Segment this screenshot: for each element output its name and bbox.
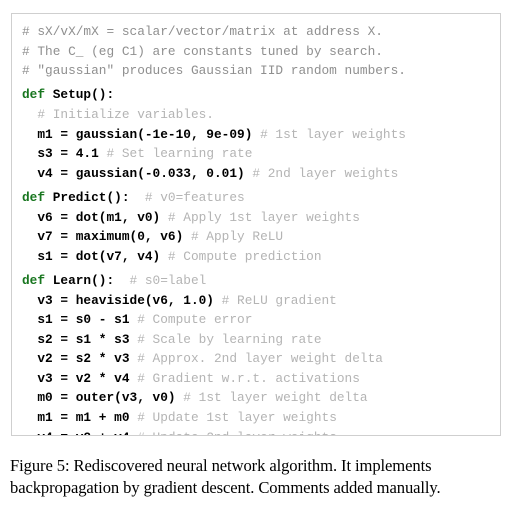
code-line: # Initialize variables. — [22, 105, 496, 125]
code-line: v6 = dot(m1, v0) # Apply 1st layer weigh… — [22, 208, 496, 228]
code-keyword-def: def — [22, 87, 53, 103]
code-line: # The C_ (eg C1) are constants tuned by … — [22, 42, 496, 62]
code-statement: v4 = v2 + v4 — [22, 430, 137, 435]
figure-caption: Figure 5: Rediscovered neural network al… — [10, 455, 506, 498]
code-comment: # Compute prediction — [167, 248, 322, 264]
code-comment: # Scale by learning rate — [137, 331, 322, 347]
code-line: def Predict(): # v0=features — [22, 188, 496, 208]
code-listing: # sX/vX/mX = scalar/vector/matrix at add… — [22, 22, 496, 435]
code-statement: v3 = v2 * v4 — [22, 370, 138, 386]
code-function-name: Setup(): — [52, 87, 115, 103]
code-comment: # Set learning rate — [106, 146, 253, 162]
code-line: s3 = 4.1 # Set learning rate — [22, 144, 496, 164]
code-line: v4 = gaussian(-0.033, 0.01) # 2nd layer … — [22, 164, 496, 184]
code-comment: # Gradient w.r.t. activations — [137, 370, 360, 386]
code-statement: v7 = maximum(0, v6) — [22, 229, 191, 245]
code-statement: m1 = gaussian(-1e-10, 9e-09) — [22, 126, 261, 142]
code-comment: # 1st layer weights — [260, 126, 406, 142]
code-line: v4 = v2 + v4 # Update 2nd layer weights — [22, 428, 496, 435]
code-line: s1 = s0 - s1 # Compute error — [22, 310, 496, 330]
code-line: def Learn(): # s0=label — [22, 271, 496, 291]
code-line: # "gaussian" produces Gaussian IID rando… — [22, 61, 496, 81]
code-line: v7 = maximum(0, v6) # Apply ReLU — [22, 227, 496, 247]
code-line: v3 = heaviside(v6, 1.0) # ReLU gradient — [22, 291, 496, 311]
code-line: s2 = s1 * s3 # Scale by learning rate — [22, 330, 496, 350]
code-keyword-def: def — [22, 272, 53, 288]
code-statement: v4 = gaussian(-0.033, 0.01) — [22, 165, 253, 181]
code-statement: v3 = heaviside(v6, 1.0) — [22, 292, 222, 308]
figure-container: # sX/vX/mX = scalar/vector/matrix at add… — [0, 0, 513, 514]
caption-line-1: Figure 5: Rediscovered neural network al… — [10, 456, 432, 475]
code-line: # sX/vX/mX = scalar/vector/matrix at add… — [22, 22, 496, 42]
code-comment: # s0=label — [129, 272, 207, 288]
code-keyword-def: def — [22, 189, 53, 205]
code-comment: # Compute error — [137, 312, 253, 328]
code-header-comment: # sX/vX/mX = scalar/vector/matrix at add… — [22, 24, 383, 39]
code-comment: # Approx. 2nd layer weight delta — [137, 351, 383, 367]
code-comment: # 1st layer weight delta — [183, 390, 368, 406]
code-line: v2 = s2 * v3 # Approx. 2nd layer weight … — [22, 349, 496, 369]
code-comment: # Apply 1st layer weights — [167, 209, 360, 225]
code-statement: s2 = s1 * s3 — [22, 331, 138, 347]
code-statement: m1 = m1 + m0 — [22, 410, 138, 426]
code-line: s1 = dot(v7, v4) # Compute prediction — [22, 247, 496, 267]
code-comment: # ReLU gradient — [221, 292, 337, 308]
code-comment: # Update 1st layer weights — [137, 410, 337, 426]
code-function-name: Predict(): — [52, 189, 145, 205]
code-line: m0 = outer(v3, v0) # 1st layer weight de… — [22, 388, 496, 408]
code-comment: # Initialize variables. — [37, 106, 214, 122]
code-comment: # Apply ReLU — [190, 229, 284, 245]
code-line: m1 = m1 + m0 # Update 1st layer weights — [22, 408, 496, 428]
code-header-comment: # "gaussian" produces Gaussian IID rando… — [22, 63, 406, 79]
code-statement: v2 = s2 * v3 — [22, 351, 138, 367]
code-header-comment: # The C_ (eg C1) are constants tuned by … — [22, 43, 383, 59]
code-comment: # v0=features — [144, 189, 245, 205]
code-line: v3 = v2 * v4 # Gradient w.r.t. activatio… — [22, 369, 496, 389]
code-statement: s1 = s0 - s1 — [22, 312, 138, 328]
caption-line-2: backpropagation by gradient descent. Com… — [10, 477, 441, 497]
code-line: def Setup(): — [22, 85, 496, 105]
code-comment: # 2nd layer weights — [252, 165, 399, 181]
code-comment: # Update 2nd layer weights — [137, 430, 337, 435]
code-function-name: Learn(): — [52, 272, 130, 288]
code-statement: s3 = 4.1 — [22, 146, 107, 162]
code-listing-box: # sX/vX/mX = scalar/vector/matrix at add… — [11, 13, 501, 436]
code-line: m1 = gaussian(-1e-10, 9e-09) # 1st layer… — [22, 125, 496, 145]
code-statement: s1 = dot(v7, v4) — [22, 248, 168, 264]
code-statement: v6 = dot(m1, v0) — [22, 209, 168, 225]
code-statement: m0 = outer(v3, v0) — [22, 390, 184, 406]
